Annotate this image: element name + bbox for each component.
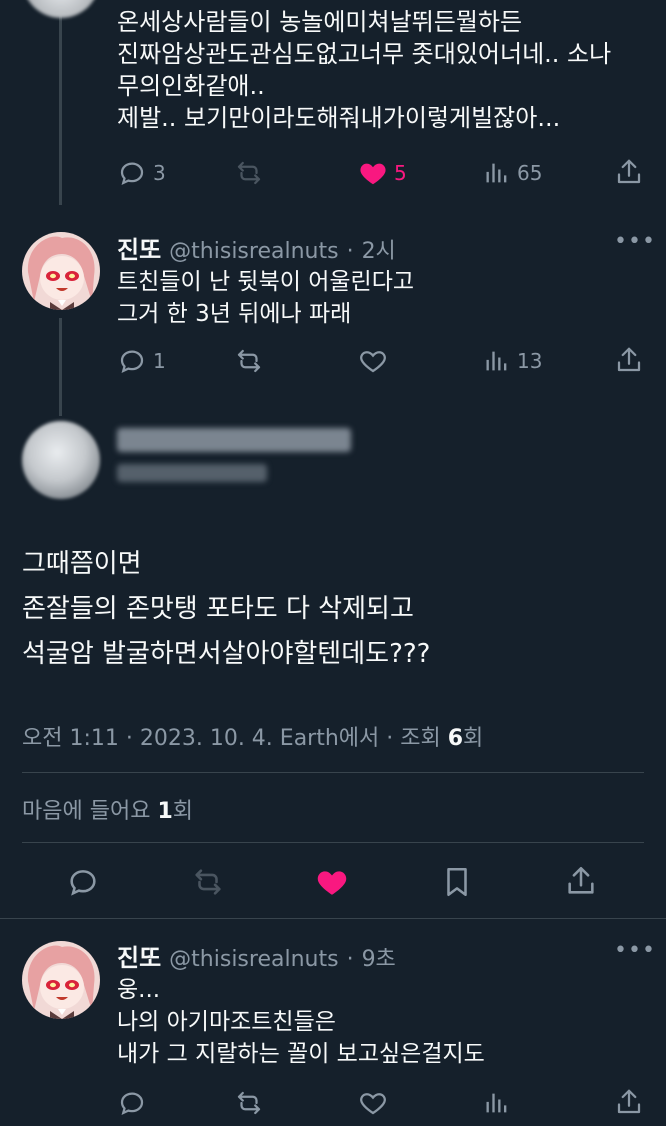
- like-button[interactable]: [314, 865, 350, 899]
- retweet-button[interactable]: [233, 158, 265, 188]
- reply-1-text: 온세상사람들이 농놀에미쳐날뛰든뭘하든 진짜암상관도관심도없고너무 좃대있어너네…: [117, 8, 612, 132]
- retweet-button[interactable]: [190, 865, 226, 899]
- share-icon: [617, 159, 641, 184]
- more-icon[interactable]: •••: [614, 938, 656, 963]
- retweet-button[interactable]: [233, 346, 265, 376]
- more-icon[interactable]: •••: [614, 229, 656, 254]
- share-button[interactable]: [614, 157, 644, 187]
- views-button[interactable]: 65: [483, 158, 542, 188]
- reply-2-text: 트친들이 난 뒷북이 어울린다고 그거 한 3년 뒤에나 파래: [117, 269, 415, 327]
- tweet-header: 진또 @thisisrealnuts · 9초: [117, 938, 396, 973]
- thread-line: [59, 318, 62, 416]
- views-icon: [486, 163, 507, 183]
- avatar[interactable]: [22, 941, 100, 1019]
- separator-dot: ·: [346, 239, 354, 264]
- share-button[interactable]: [564, 864, 598, 898]
- thread-line: [59, 0, 62, 205]
- views-button[interactable]: 13: [483, 346, 542, 376]
- views-count: 13: [517, 349, 543, 373]
- like-button[interactable]: 5: [358, 158, 407, 188]
- likes-suffix: 회: [172, 799, 193, 824]
- timestamp[interactable]: 2시: [362, 233, 396, 265]
- reply-icon: [70, 870, 96, 896]
- user-handle[interactable]: @thisisrealnuts: [169, 239, 338, 264]
- retweet-icon: [237, 161, 261, 185]
- share-icon: [617, 1089, 641, 1114]
- tweet-meta-text[interactable]: 오전 1:11 · 2023. 10. 4. Earth에서 · 조회: [22, 726, 448, 751]
- share-button[interactable]: [614, 345, 644, 375]
- heart-icon: [360, 1093, 386, 1115]
- reply-button[interactable]: 3: [117, 158, 166, 188]
- heart-icon: [317, 871, 347, 895]
- reply-icon: [120, 350, 144, 374]
- reply-button[interactable]: [66, 865, 100, 899]
- display-name[interactable]: 진또: [117, 938, 161, 973]
- display-name[interactable]: 진또: [117, 230, 161, 265]
- share-icon: [617, 347, 641, 372]
- share-button[interactable]: [614, 1087, 644, 1117]
- view-suffix: 회: [463, 726, 484, 751]
- heart-icon: [360, 163, 386, 185]
- divider: [22, 842, 644, 843]
- divider: [0, 918, 666, 919]
- divider: [22, 772, 644, 773]
- retweet-icon: [237, 1091, 261, 1115]
- tweet-text: 그때쯤이면 존잘들의 존맛탱 포타도 다 삭제되고 석굴암 발굴하면서살아야할텐…: [22, 549, 431, 669]
- tweet-meta: 오전 1:11 · 2023. 10. 4. Earth에서 · 조회 6회: [22, 720, 483, 752]
- reply-icon: [120, 162, 144, 186]
- views-count: 65: [517, 161, 543, 185]
- bookmark-icon: [447, 867, 467, 897]
- avatar[interactable]: [22, 421, 100, 499]
- heart-icon: [360, 351, 386, 373]
- view-count: 6: [447, 726, 464, 751]
- likes-label: 마음에 들어요: [22, 799, 158, 824]
- reply-count: 3: [153, 161, 166, 185]
- likes-summary[interactable]: 마음에 들어요 1회: [22, 793, 193, 825]
- avatar[interactable]: [22, 232, 100, 310]
- retweet-icon: [237, 349, 261, 373]
- views-icon: [486, 351, 507, 371]
- views-icon: [486, 1093, 507, 1113]
- like-count: 5: [394, 161, 407, 185]
- tweet-header: 진또 @thisisrealnuts · 2시: [117, 230, 396, 265]
- avatar[interactable]: [22, 0, 100, 18]
- timestamp[interactable]: 9초: [362, 941, 396, 973]
- like-button[interactable]: [358, 346, 388, 376]
- reply-3-text: 웅... 나의 아기마조트친들은 내가 그 지랄하는 꼴이 보고싶은걸지도: [117, 977, 485, 1067]
- separator-dot: ·: [346, 947, 354, 972]
- reply-button[interactable]: [117, 1088, 147, 1118]
- views-button[interactable]: [483, 1088, 511, 1118]
- author-name-blurred: [117, 428, 351, 452]
- retweet-icon: [195, 869, 221, 895]
- reply-icon: [120, 1092, 144, 1116]
- likes-count: 1: [157, 799, 173, 824]
- author-handle-blurred: [117, 464, 267, 482]
- like-button[interactable]: [358, 1088, 388, 1118]
- share-icon: [568, 866, 594, 894]
- reply-button[interactable]: 1: [117, 346, 166, 376]
- reply-count: 1: [153, 349, 166, 373]
- bookmark-button[interactable]: [440, 865, 474, 899]
- retweet-button[interactable]: [233, 1088, 265, 1118]
- user-handle[interactable]: @thisisrealnuts: [169, 947, 338, 972]
